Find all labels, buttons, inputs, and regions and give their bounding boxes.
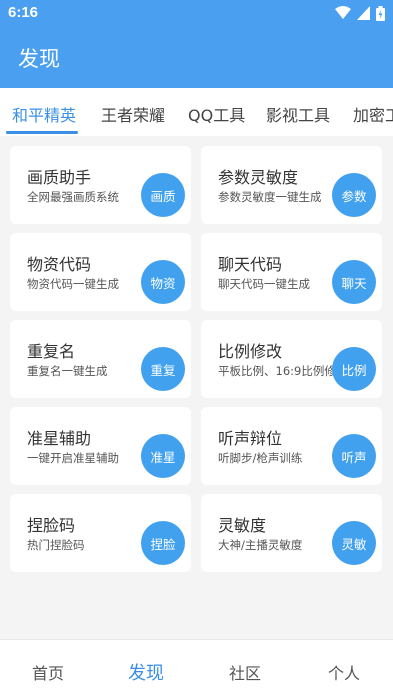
card-button-lingmin[interactable]: 灵敏 [332,521,376,565]
card-button-huazhi[interactable]: 画质 [141,173,185,217]
card-button-nielian[interactable]: 捏脸 [141,521,185,565]
page-title: 发现 [18,47,60,71]
tool-grid: 画质助手 全网最强画质系统 画质 参数灵敏度 参数灵敏度一键生成 参数 物资代码… [0,136,393,639]
tab-qq-tools[interactable]: QQ工具 [188,102,245,126]
card-zhunxing[interactable]: 准星辅助 一键开启准星辅助 准星 [10,407,191,485]
status-icons [335,5,385,21]
status-time: 6:16 [8,4,39,21]
card-button-canshu[interactable]: 参数 [332,173,376,217]
card-title: 灵敏度 [218,516,267,535]
card-button-bili[interactable]: 比例 [332,347,376,391]
tab-video-tools[interactable]: 影视工具 [266,102,330,126]
tab-indicator [6,131,78,134]
card-chongfu[interactable]: 重复名 重复名一键生成 重复 [10,320,191,398]
card-button-tingsheng[interactable]: 听声 [332,434,376,478]
card-subtitle: 听脚步/枪声训练 [218,451,303,465]
card-title: 准星辅助 [27,429,92,448]
card-subtitle: 物资代码一键生成 [27,277,119,291]
status-bar: 6:16 [0,0,393,27]
tab-encrypt-tools[interactable]: 加密工 [353,102,393,126]
signal-icon [357,6,370,20]
battery-icon [376,5,385,21]
nav-community[interactable]: 社区 [229,660,261,684]
card-nielian[interactable]: 捏脸码 热门捏脸码 捏脸 [10,494,191,572]
card-subtitle: 一键开启准星辅助 [27,451,119,465]
card-huazhi[interactable]: 画质助手 全网最强画质系统 画质 [10,146,191,224]
tab-wangzhe[interactable]: 王者荣耀 [101,102,165,126]
card-title: 捏脸码 [27,516,76,535]
wifi-icon [335,6,351,19]
card-subtitle: 大神/主播灵敏度 [218,538,303,552]
card-title: 比例修改 [218,342,283,361]
nav-home[interactable]: 首页 [32,660,64,684]
card-subtitle: 聊天代码一键生成 [218,277,310,291]
card-button-chongfu[interactable]: 重复 [141,347,185,391]
card-button-wuzi[interactable]: 物资 [141,260,185,304]
nav-discover[interactable]: 发现 [128,659,164,685]
bottom-nav: 首页 发现 社区 个人 [0,639,393,700]
card-title: 物资代码 [27,255,92,274]
tab-heping[interactable]: 和平精英 [12,102,76,126]
app-bar: 发现 [0,27,393,88]
card-title: 听声辩位 [218,429,283,448]
card-subtitle: 重复名一键生成 [27,364,108,378]
card-title: 参数灵敏度 [218,168,299,187]
card-title: 画质助手 [27,168,92,187]
card-tingsheng[interactable]: 听声辩位 听脚步/枪声训练 听声 [201,407,382,485]
card-button-zhunxing[interactable]: 准星 [141,434,185,478]
card-title: 重复名 [27,342,76,361]
card-subtitle: 参数灵敏度一键生成 [218,190,322,204]
nav-profile[interactable]: 个人 [328,660,360,684]
card-title: 聊天代码 [218,255,283,274]
card-wuzi[interactable]: 物资代码 物资代码一键生成 物资 [10,233,191,311]
card-subtitle: 全网最强画质系统 [27,190,119,204]
card-subtitle: 热门捏脸码 [27,538,85,552]
category-tabs: 和平精英 王者荣耀 QQ工具 影视工具 加密工 [0,88,393,136]
card-subtitle: 平板比例、16:9比例修改 [218,364,336,378]
card-bili[interactable]: 比例修改 平板比例、16:9比例修改 比例 [201,320,382,398]
card-canshu[interactable]: 参数灵敏度 参数灵敏度一键生成 参数 [201,146,382,224]
card-lingmin[interactable]: 灵敏度 大神/主播灵敏度 灵敏 [201,494,382,572]
card-liaotian[interactable]: 聊天代码 聊天代码一键生成 聊天 [201,233,382,311]
card-button-liaotian[interactable]: 聊天 [332,260,376,304]
